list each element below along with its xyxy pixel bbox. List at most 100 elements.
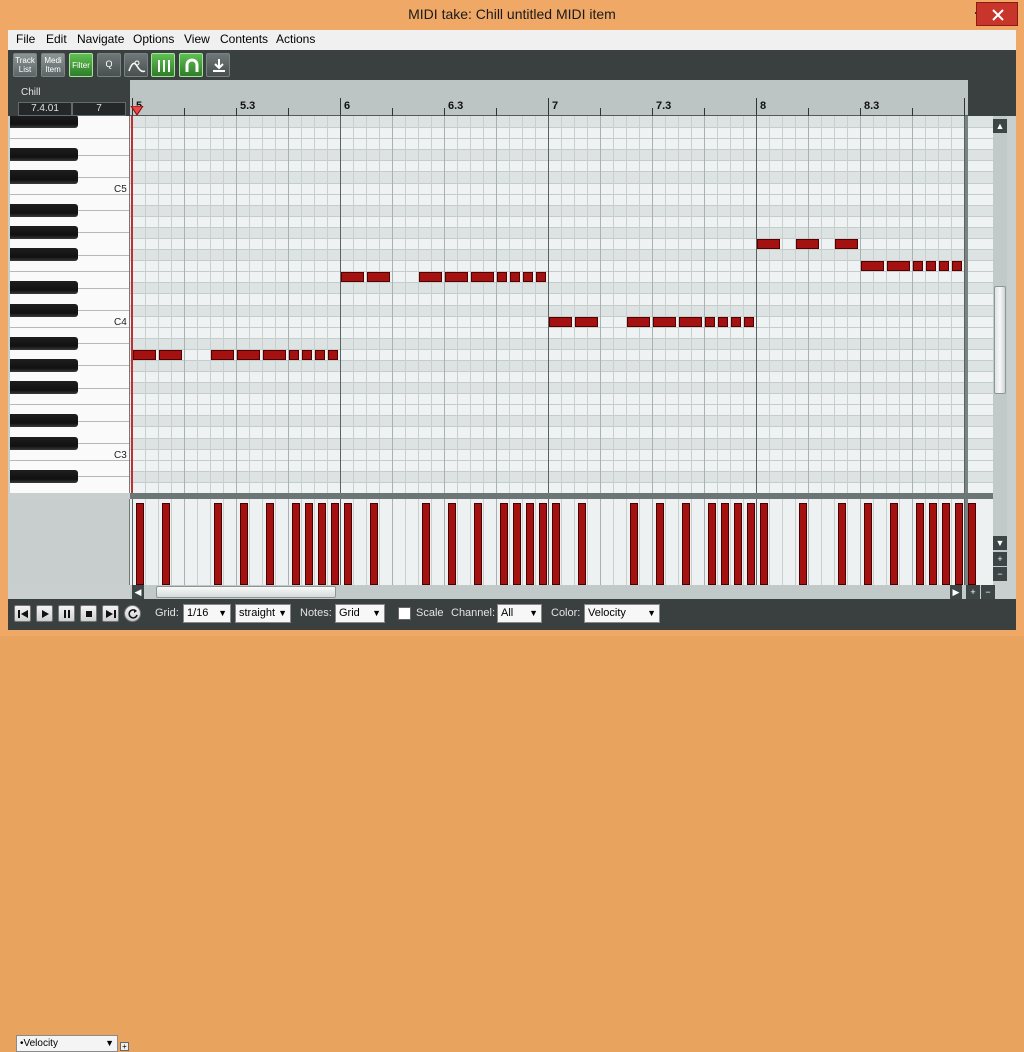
track-list-button[interactable]: Track List	[13, 53, 37, 77]
midi-note[interactable]	[536, 272, 547, 283]
midi-note[interactable]	[211, 349, 235, 360]
velocity-bar[interactable]	[656, 503, 664, 585]
velocity-bar[interactable]	[552, 503, 560, 585]
velocity-bar[interactable]	[682, 503, 690, 585]
velocity-bar[interactable]	[760, 503, 768, 585]
velocity-bar[interactable]	[526, 503, 534, 585]
velocity-bar[interactable]	[630, 503, 638, 585]
piano-roll-button[interactable]	[151, 53, 175, 77]
midi-note[interactable]	[861, 261, 885, 272]
menu-options[interactable]: Options	[133, 32, 174, 46]
midi-note[interactable]	[419, 272, 443, 283]
quantize-button[interactable]: Q	[97, 53, 121, 77]
velocity-bar[interactable]	[318, 503, 326, 585]
midi-note[interactable]	[523, 272, 534, 283]
menu-view[interactable]: View	[184, 32, 210, 46]
midi-note[interactable]	[367, 272, 391, 283]
velocity-bar[interactable]	[747, 503, 755, 585]
timeline-ruler[interactable]: 55.366.377.388.39	[130, 80, 974, 116]
scroll-left-icon[interactable]: ◀	[132, 585, 144, 599]
zoom-out-horizontal-icon[interactable]: −	[981, 585, 995, 599]
velocity-bar[interactable]	[929, 503, 937, 585]
velocity-bar[interactable]	[942, 503, 950, 585]
midi-note[interactable]	[939, 261, 950, 272]
horizontal-scrollbar[interactable]: ◀ ▶	[130, 585, 966, 599]
vertical-scroll-thumb[interactable]	[994, 286, 1006, 394]
note-grid[interactable]	[130, 116, 968, 493]
midi-note[interactable]	[653, 316, 677, 327]
go-to-start-button[interactable]	[14, 605, 31, 622]
velocity-bar[interactable]	[864, 503, 872, 585]
grid-overflow-area[interactable]	[968, 116, 993, 493]
velocity-bar[interactable]	[305, 503, 313, 585]
add-lane-icon[interactable]: +	[120, 1042, 129, 1051]
lane-type-select[interactable]: •Velocity ▼	[16, 1035, 118, 1052]
curve-button[interactable]	[124, 53, 148, 77]
piano-keyboard[interactable]: C5 C4 C3	[10, 116, 130, 493]
velocity-bar[interactable]	[422, 503, 430, 585]
midi-note[interactable]	[835, 238, 859, 249]
midi-note[interactable]	[471, 272, 495, 283]
close-button[interactable]	[976, 2, 1018, 26]
velocity-bar[interactable]	[708, 503, 716, 585]
velocity-bar[interactable]	[240, 503, 248, 585]
horizontal-scroll-thumb[interactable]	[156, 586, 336, 598]
stop-button[interactable]	[80, 605, 97, 622]
grid-size-select[interactable]: 1/16 ▼	[183, 604, 231, 623]
midi-note[interactable]	[497, 272, 508, 283]
length-field[interactable]: 7	[72, 102, 126, 116]
midi-note[interactable]	[744, 316, 755, 327]
filter-button[interactable]: Filter	[69, 53, 93, 77]
velocity-bar[interactable]	[162, 503, 170, 585]
midi-note[interactable]	[705, 316, 716, 327]
scroll-right-icon[interactable]: ▶	[950, 585, 962, 599]
download-button[interactable]	[206, 53, 230, 77]
velocity-bar[interactable]	[370, 503, 378, 585]
midi-note[interactable]	[159, 349, 183, 360]
channel-select[interactable]: All ▼	[497, 604, 542, 623]
midi-note[interactable]	[549, 316, 573, 327]
midi-note[interactable]	[952, 261, 963, 272]
midi-note[interactable]	[445, 272, 469, 283]
go-to-end-button[interactable]	[102, 605, 119, 622]
velocity-bar[interactable]	[292, 503, 300, 585]
snap-button[interactable]	[179, 53, 203, 77]
midi-note[interactable]	[718, 316, 729, 327]
velocity-bar[interactable]	[136, 503, 144, 585]
velocity-bar[interactable]	[448, 503, 456, 585]
velocity-bar[interactable]	[266, 503, 274, 585]
vertical-scrollbar[interactable]: ▲ ▼ + −	[993, 116, 1007, 581]
midi-note[interactable]	[328, 349, 339, 360]
velocity-bar[interactable]	[344, 503, 352, 585]
scroll-up-icon[interactable]: ▲	[993, 119, 1007, 133]
menu-edit[interactable]: Edit	[46, 32, 67, 46]
midi-note[interactable]	[341, 272, 365, 283]
velocity-bar[interactable]	[331, 503, 339, 585]
velocity-bar[interactable]	[539, 503, 547, 585]
title-bar[interactable]: MIDI take: Chill untitled MIDI item	[0, 0, 1024, 30]
velocity-bar[interactable]	[578, 503, 586, 585]
midi-note[interactable]	[510, 272, 521, 283]
midi-note[interactable]	[263, 349, 287, 360]
midi-note[interactable]	[237, 349, 261, 360]
midi-note[interactable]	[913, 261, 924, 272]
velocity-bar[interactable]	[734, 503, 742, 585]
velocity-bar[interactable]	[474, 503, 482, 585]
midi-note[interactable]	[289, 349, 300, 360]
midi-note[interactable]	[627, 316, 651, 327]
midi-note[interactable]	[133, 349, 157, 360]
midi-note[interactable]	[315, 349, 326, 360]
midi-note[interactable]	[302, 349, 313, 360]
midi-note[interactable]	[575, 316, 599, 327]
zoom-out-vertical-icon[interactable]: −	[993, 567, 1007, 581]
menu-file[interactable]: File	[16, 32, 35, 46]
notes-length-select[interactable]: Grid ▼	[335, 604, 385, 623]
scale-checkbox[interactable]	[398, 607, 411, 620]
velocity-bar[interactable]	[799, 503, 807, 585]
position-field[interactable]: 7.4.01	[18, 102, 72, 116]
midi-note[interactable]	[679, 316, 703, 327]
menu-navigate[interactable]: Navigate	[77, 32, 124, 46]
velocity-bar[interactable]	[955, 503, 963, 585]
menu-actions[interactable]: Actions	[276, 32, 315, 46]
midi-note[interactable]	[731, 316, 742, 327]
